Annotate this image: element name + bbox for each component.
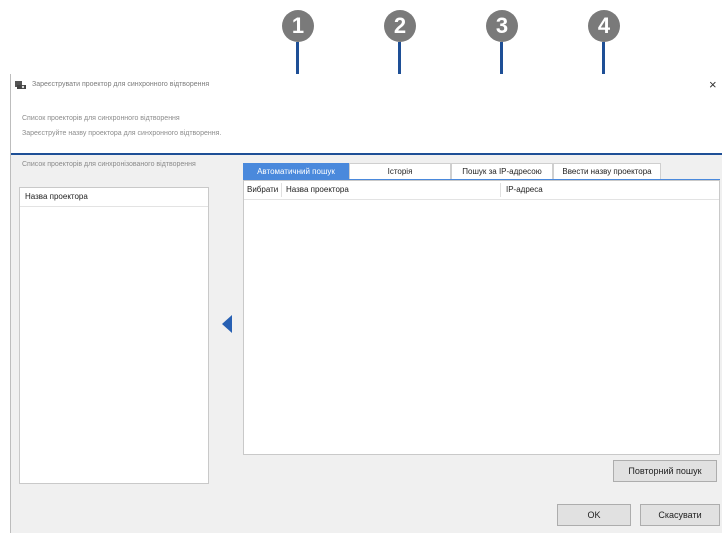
research-button[interactable]: Повторний пошук [613, 460, 717, 482]
info-text: Зареєструйте назву проектора для синхрон… [22, 130, 222, 137]
info-area [11, 100, 722, 154]
tab-ip-search[interactable]: Пошук за IP-адресою [451, 163, 553, 179]
cancel-button[interactable]: Скасувати [640, 504, 720, 526]
callout-marker-2: 2 [384, 10, 416, 42]
callout-marker-1: 1 [282, 10, 314, 42]
sync-list-column-header: Назва проектора [20, 188, 208, 207]
ok-button[interactable]: OK [557, 504, 631, 526]
callout-marker-4: 4 [588, 10, 620, 42]
column-header-select[interactable]: Вибрати [247, 181, 278, 199]
column-divider[interactable] [281, 183, 282, 197]
column-header-projector-name[interactable]: Назва проектора [286, 181, 349, 199]
tab-enter-name[interactable]: Ввести назву проектора [553, 163, 661, 179]
info-heading: Список проекторів для синхронного відтво… [22, 115, 180, 122]
sync-list-title: Список проекторів для синхронізованого в… [22, 161, 196, 168]
dialog-title: Зареєструвати проектор для синхронного в… [32, 81, 210, 88]
tab-history[interactable]: Історія [349, 163, 451, 179]
close-button[interactable]: × [709, 78, 717, 91]
table-header-row: Вибрати Назва проектора IP-адреса [244, 181, 719, 200]
column-divider[interactable] [500, 183, 501, 197]
callout-marker-3: 3 [486, 10, 518, 42]
sync-projector-list[interactable]: Назва проектора [19, 187, 209, 484]
arrow-left-icon[interactable] [222, 315, 232, 333]
tab-auto-search[interactable]: Автоматичний пошук [243, 163, 349, 179]
search-results-table[interactable]: Вибрати Назва проектора IP-адреса [243, 180, 720, 455]
projector-icon [15, 81, 26, 89]
column-header-ip-address[interactable]: IP-адреса [506, 181, 543, 199]
